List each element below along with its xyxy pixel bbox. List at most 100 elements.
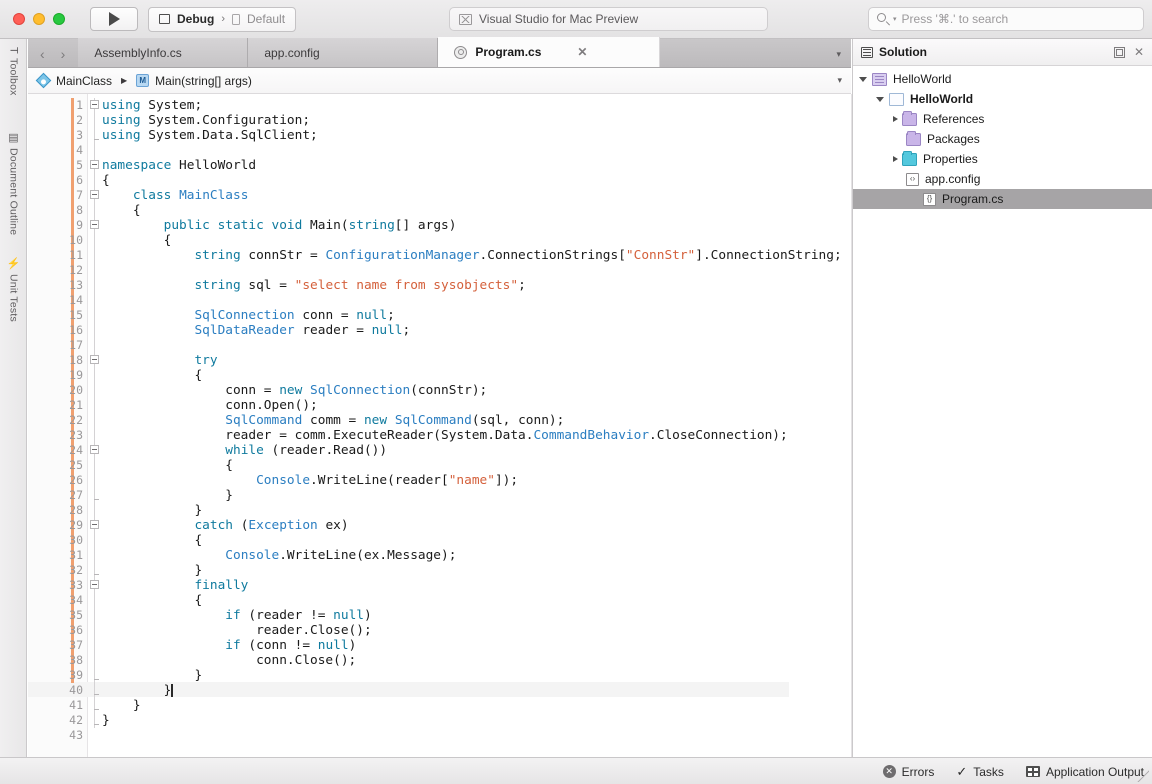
code-line[interactable]: conn.Close();	[102, 653, 356, 668]
code-line[interactable]: catch (Exception ex)	[102, 518, 348, 533]
search-input[interactable]: Press '⌘.' to search	[902, 12, 1009, 26]
code-line[interactable]: namespace HelloWorld	[102, 158, 256, 173]
fold-end-marker	[94, 574, 99, 575]
tab-assemblyinfo-cs[interactable]: AssemblyInfo.cs	[78, 38, 249, 67]
code-line[interactable]: }	[102, 713, 110, 728]
code-line[interactable]: public static void Main(string[] args)	[102, 218, 457, 233]
tab-label: app.config	[264, 45, 320, 60]
tree-item-program-cs[interactable]: {} Program.cs	[853, 189, 1152, 209]
file-icon: ‹›	[906, 172, 919, 186]
chevron-right-icon[interactable]	[893, 156, 898, 162]
code-line[interactable]: try	[102, 353, 217, 368]
code-line[interactable]: {	[102, 173, 110, 188]
code-line[interactable]: }	[102, 503, 202, 518]
tab-overflow-button[interactable]: ▾	[836, 49, 851, 67]
code-line[interactable]: SqlDataReader reader = null;	[102, 323, 410, 338]
code-line[interactable]: reader.Close();	[102, 623, 372, 638]
code-line[interactable]: using System;	[102, 98, 202, 113]
solution-tree[interactable]: HelloWorld HelloWorld References Packages Pr…	[853, 66, 1152, 209]
fpurple-icon	[906, 131, 921, 146]
code-line[interactable]: {	[102, 593, 202, 608]
tree-item-references[interactable]: References	[853, 109, 1152, 129]
tree-item-label: References	[923, 112, 985, 126]
fold-toggle-icon[interactable]	[90, 580, 99, 589]
check-icon: ✓	[956, 764, 968, 779]
tree-item-helloworld[interactable]: HelloWorld	[853, 89, 1152, 109]
fold-toggle-icon[interactable]	[90, 100, 99, 109]
maximize-window-button[interactable]	[53, 13, 65, 25]
sidebar-item-unit-tests[interactable]: ⚡ Unit Tests	[0, 257, 27, 322]
close-panel-button[interactable]: ✕	[1134, 46, 1144, 58]
code-line[interactable]: }	[102, 668, 202, 683]
chevron-right-icon[interactable]	[893, 116, 898, 122]
code-line[interactable]: Console.WriteLine(ex.Message);	[102, 548, 456, 563]
status-application-output[interactable]: Application Output	[1025, 765, 1144, 779]
code-line[interactable]: {	[102, 533, 202, 548]
status-errors[interactable]: ✕ Errors	[882, 765, 934, 779]
tree-item-app-config[interactable]: ‹› app.config	[853, 169, 1152, 189]
tree-item-helloworld[interactable]: HelloWorld	[853, 69, 1152, 89]
close-window-button[interactable]	[13, 13, 25, 25]
code-line[interactable]: }	[102, 488, 233, 503]
pin-panel-button[interactable]	[1113, 46, 1125, 58]
sidebar-item-document-outline[interactable]: ▤ Document Outline	[0, 131, 27, 235]
fold-toggle-icon[interactable]	[90, 445, 99, 454]
code-line[interactable]: string sql = "select name from sysobject…	[102, 278, 525, 293]
breadcrumb-overflow-button[interactable]: ▾	[837, 75, 851, 86]
code-line[interactable]: {	[102, 233, 172, 248]
navigate-back-button[interactable]: ‹	[40, 47, 45, 61]
chevron-down-icon[interactable]: ▾	[893, 15, 897, 23]
fold-toggle-icon[interactable]	[90, 160, 99, 169]
global-search-field[interactable]: ▾ Press '⌘.' to search	[868, 7, 1144, 31]
resize-grip[interactable]	[1137, 770, 1149, 782]
breadcrumb-method[interactable]: M Main(string[] args)	[136, 74, 252, 88]
toolbox-icon: T	[7, 47, 20, 54]
minimize-window-button[interactable]	[33, 13, 45, 25]
chevron-down-icon[interactable]	[876, 97, 884, 102]
line-number: 16	[69, 323, 83, 337]
run-button[interactable]	[90, 7, 138, 31]
breadcrumb-class[interactable]: MainClass	[35, 72, 112, 89]
sidebar-item-label: Unit Tests	[7, 274, 20, 323]
sidebar-item-toolbox[interactable]: T Toolbox	[0, 47, 27, 95]
code-line[interactable]: conn.Open();	[102, 398, 317, 413]
code-line[interactable]: {	[102, 458, 233, 473]
code-line[interactable]: }	[102, 698, 141, 713]
code-line[interactable]: Console.WriteLine(reader["name"]);	[102, 473, 518, 488]
code-line[interactable]: SqlCommand comm = new SqlCommand(sql, co…	[102, 413, 564, 428]
code-line[interactable]: }	[102, 683, 172, 698]
code-line[interactable]: if (conn != null)	[102, 638, 356, 653]
code-line[interactable]: while (reader.Read())	[102, 443, 387, 458]
navigate-forward-button[interactable]: ›	[61, 47, 66, 61]
code-line[interactable]: {	[102, 203, 141, 218]
code-line[interactable]: using System.Data.SqlClient;	[102, 128, 318, 143]
code-line[interactable]: string connStr = ConfigurationManager.Co…	[102, 248, 841, 263]
code-line[interactable]: {	[102, 368, 202, 383]
code-line[interactable]: if (reader != null)	[102, 608, 371, 623]
code-line[interactable]: finally	[102, 578, 248, 593]
fold-end-marker	[94, 499, 99, 500]
close-icon[interactable]: ✕	[577, 46, 587, 58]
code-editor[interactable]: 1 using System; 2 using System.Configuratio…	[28, 94, 851, 757]
fold-toggle-icon[interactable]	[90, 355, 99, 364]
tree-item-packages[interactable]: Packages	[853, 129, 1152, 149]
code-line[interactable]: }	[102, 563, 202, 578]
code-line[interactable]: conn = new SqlConnection(connStr);	[102, 383, 487, 398]
line-number: 15	[69, 308, 83, 322]
status-tasks[interactable]: ✓ Tasks	[956, 765, 1004, 779]
tab-program-cs[interactable]: Program.cs ✕	[438, 37, 661, 67]
code-line[interactable]: class MainClass	[102, 188, 249, 203]
tree-item-properties[interactable]: Properties	[853, 149, 1152, 169]
code-line[interactable]: reader = comm.ExecuteReader(System.Data.…	[102, 428, 787, 443]
fold-end-marker	[94, 724, 99, 725]
line-number: 33	[69, 578, 83, 592]
chevron-down-icon[interactable]	[859, 77, 867, 82]
line-number: 42	[69, 713, 83, 727]
configuration-selector[interactable]: Debug › Default	[148, 6, 297, 32]
tab-app-config[interactable]: app.config	[248, 38, 439, 67]
fold-toggle-icon[interactable]	[90, 220, 99, 229]
code-line[interactable]: using System.Configuration;	[102, 113, 310, 128]
fold-toggle-icon[interactable]	[90, 190, 99, 199]
fold-toggle-icon[interactable]	[90, 520, 99, 529]
code-line[interactable]: SqlConnection conn = null;	[102, 308, 394, 323]
